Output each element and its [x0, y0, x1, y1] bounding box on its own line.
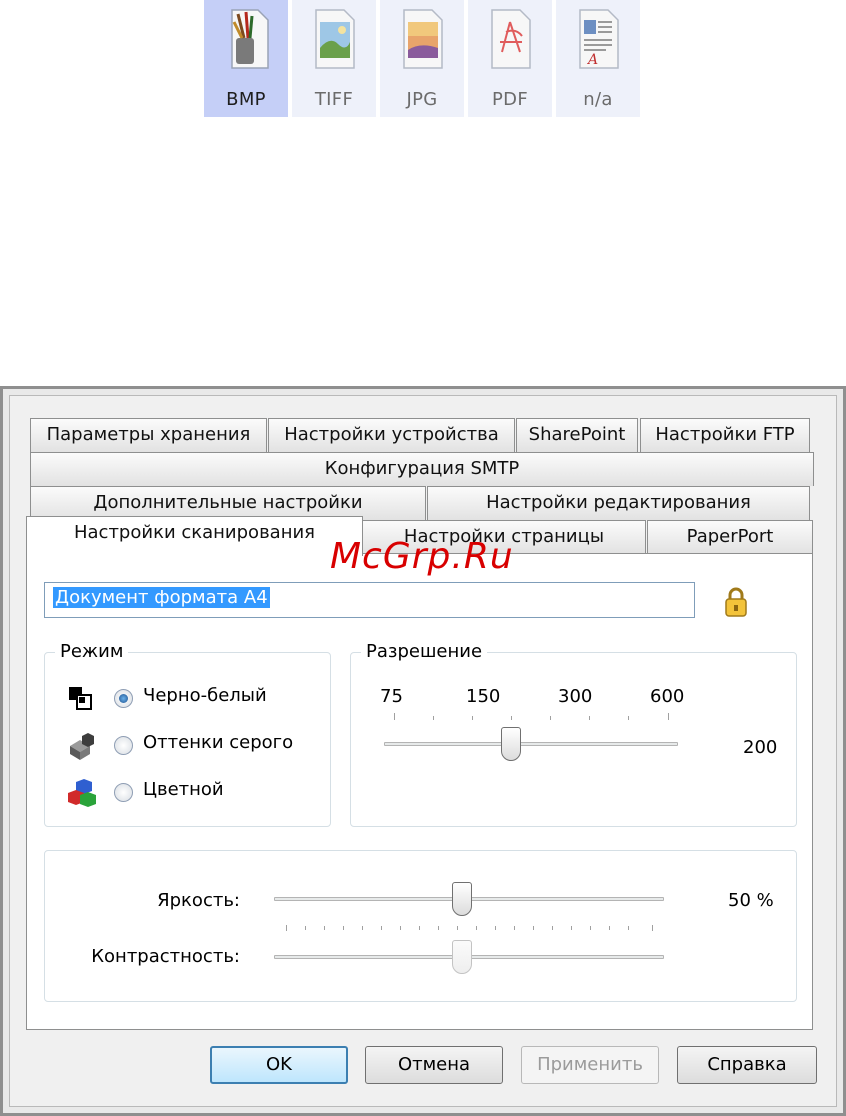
configuration-name-input[interactable]: Документ формата A4	[44, 582, 695, 618]
format-label: JPG	[406, 89, 438, 110]
resolution-tick-150: 150	[466, 686, 501, 707]
radio-button[interactable]	[114, 689, 133, 708]
tab-storage-params[interactable]: Параметры хранения	[30, 418, 267, 452]
resolution-slider-track[interactable]	[384, 742, 678, 746]
mode-option-label: Черно-белый	[143, 685, 267, 706]
mode-option-bw[interactable]: Черно-белый	[66, 683, 316, 713]
tab-advanced-settings[interactable]: Дополнительные настройки	[30, 486, 426, 520]
jpg-file-icon	[403, 9, 443, 69]
format-pdf[interactable]: PDF	[468, 0, 552, 117]
ok-button[interactable]: OK	[210, 1046, 348, 1084]
tab-scan-settings[interactable]: Настройки сканирования	[26, 516, 363, 556]
resolution-group-title: Разрешение	[361, 641, 488, 662]
resolution-value: 200	[743, 737, 778, 758]
resolution-slider-thumb[interactable]	[501, 727, 521, 761]
radio-button[interactable]	[114, 736, 133, 755]
format-label: PDF	[492, 89, 528, 110]
resolution-group	[350, 652, 797, 827]
format-jpg[interactable]: JPG	[380, 0, 464, 117]
text-file-icon: A	[579, 9, 619, 69]
brightness-value: 50 %	[728, 890, 774, 911]
bmp-file-icon	[231, 9, 269, 69]
radio-button[interactable]	[114, 783, 133, 802]
brightness-contrast-group	[44, 850, 797, 1002]
contrast-slider-thumb[interactable]	[452, 940, 472, 974]
cancel-button[interactable]: Отмена	[365, 1046, 503, 1084]
format-bmp[interactable]: BMP	[204, 0, 288, 117]
lock-icon[interactable]	[724, 586, 748, 618]
tab-device-settings[interactable]: Настройки устройства	[268, 418, 515, 452]
tab-paperport[interactable]: PaperPort	[647, 520, 813, 554]
format-label: TIFF	[314, 89, 354, 110]
grayscale-mode-icon	[70, 733, 94, 760]
watermark-text: McGrp.Ru	[330, 536, 514, 577]
apply-button[interactable]: Применить	[521, 1046, 659, 1084]
resolution-tick-75: 75	[380, 686, 403, 707]
brightness-label: Яркость:	[157, 890, 240, 911]
pdf-file-icon	[491, 9, 531, 69]
color-mode-icon	[68, 779, 96, 807]
tab-edit-settings[interactable]: Настройки редактирования	[427, 486, 810, 520]
mode-option-grayscale[interactable]: Оттенки серого	[66, 730, 326, 760]
brightness-slider-thumb[interactable]	[452, 882, 472, 916]
name-input-selected-text: Документ формата A4	[53, 587, 270, 608]
file-format-bar: BMP TIFF JPG PDF A n/a	[204, 0, 642, 117]
tab-smtp-config[interactable]: Конфигурация SMTP	[30, 452, 814, 486]
tiff-file-icon	[315, 9, 355, 69]
format-tiff[interactable]: TIFF	[292, 0, 376, 117]
format-na[interactable]: A n/a	[556, 0, 640, 117]
resolution-tick-300: 300	[558, 686, 593, 707]
mode-group-title: Режим	[55, 641, 129, 662]
contrast-label: Контрастность:	[91, 946, 240, 967]
tab-sharepoint[interactable]: SharePoint	[516, 418, 638, 452]
svg-text:A: A	[586, 52, 598, 68]
mode-option-label: Оттенки серого	[143, 732, 294, 753]
tab-ftp-settings[interactable]: Настройки FTP	[640, 418, 810, 452]
resolution-tick-600: 600	[650, 686, 685, 707]
mode-option-label: Цветной	[143, 779, 224, 800]
help-button[interactable]: Справка	[677, 1046, 817, 1084]
format-label: n/a	[583, 89, 613, 110]
format-label: BMP	[226, 89, 266, 110]
black-white-mode-icon	[69, 687, 92, 710]
mode-option-color[interactable]: Цветной	[66, 777, 266, 807]
